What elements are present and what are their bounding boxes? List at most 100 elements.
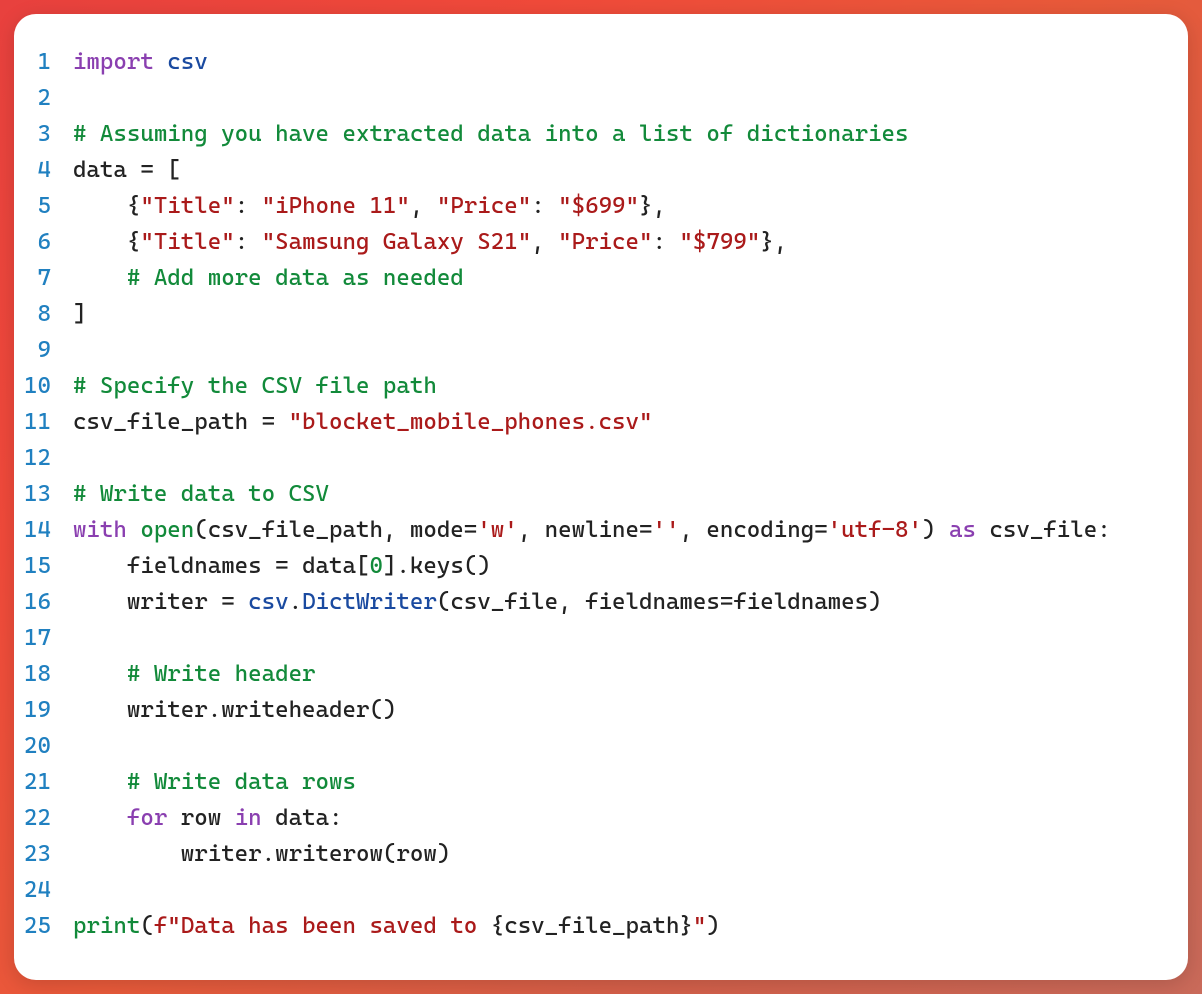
token-punct xyxy=(73,805,127,831)
token-num: 0 xyxy=(369,553,382,579)
code-line: fieldnames = data[0].keys() xyxy=(73,548,1168,584)
token-punct: = data[ xyxy=(275,553,369,579)
token-punct: , encoding= xyxy=(679,517,827,543)
code-line: # Write header xyxy=(73,656,1168,692)
token-punct: : xyxy=(235,229,262,255)
token-str: 'utf-8' xyxy=(828,517,922,543)
token-mod: csv xyxy=(167,49,207,75)
line-number: 12 xyxy=(24,440,51,476)
token-punct: : xyxy=(235,193,262,219)
token-punct: = xyxy=(221,589,248,615)
line-number: 13 xyxy=(24,476,51,512)
token-str: "iPhone 11" xyxy=(262,193,410,219)
code-line: writer.writeheader() xyxy=(73,692,1168,728)
code-line xyxy=(73,440,1168,476)
token-punct: writer xyxy=(73,589,221,615)
token-str: "blocket_mobile_phones.csv" xyxy=(289,409,653,435)
code-line xyxy=(73,80,1168,116)
token-str: " xyxy=(693,913,706,939)
token-ident: csv_file_path xyxy=(73,409,262,435)
token-punct: ( xyxy=(140,913,153,939)
line-number: 6 xyxy=(24,224,51,260)
token-punct xyxy=(127,517,140,543)
code-line xyxy=(73,872,1168,908)
token-comment: # Write data to CSV xyxy=(73,481,329,507)
code-line: with open(csv_file_path, mode='w', newli… xyxy=(73,512,1168,548)
line-number: 20 xyxy=(24,728,51,764)
token-punct: (csv_file, fieldnames=fieldnames) xyxy=(437,589,882,615)
line-number: 25 xyxy=(24,908,51,944)
line-number: 17 xyxy=(24,620,51,656)
line-number: 21 xyxy=(24,764,51,800)
line-number: 24 xyxy=(24,872,51,908)
code-line: import csv xyxy=(73,44,1168,80)
token-punct: = [ xyxy=(140,157,180,183)
line-number: 23 xyxy=(24,836,51,872)
code-line: ] xyxy=(73,296,1168,332)
token-punct: csv_file: xyxy=(976,517,1111,543)
token-punct: ) xyxy=(922,517,949,543)
token-punct: , xyxy=(410,193,437,219)
code-line: # Write data rows xyxy=(73,764,1168,800)
code-line xyxy=(73,620,1168,656)
token-ident: data xyxy=(73,157,140,183)
line-number: 7 xyxy=(24,260,51,296)
token-punct: fieldnames xyxy=(73,553,275,579)
token-punct: : xyxy=(531,193,558,219)
line-number: 10 xyxy=(24,368,51,404)
line-number: 14 xyxy=(24,512,51,548)
token-punct: . xyxy=(289,589,302,615)
code-line: for row in data: xyxy=(73,800,1168,836)
code-line: # Specify the CSV file path xyxy=(73,368,1168,404)
token-punct: ].keys() xyxy=(383,553,491,579)
code-editor: 1234567891011121314151617181920212223242… xyxy=(24,44,1168,944)
code-content[interactable]: import csv # Assuming you have extracted… xyxy=(73,44,1168,944)
code-line: print(f"Data has been saved to {csv_file… xyxy=(73,908,1168,944)
token-str: "Title" xyxy=(140,193,234,219)
code-line: data = [ xyxy=(73,152,1168,188)
code-line: # Add more data as needed xyxy=(73,260,1168,296)
token-str: "Title" xyxy=(140,229,234,255)
token-comment: # Write data rows xyxy=(127,769,356,795)
line-number: 2 xyxy=(24,80,51,116)
token-builtin: open xyxy=(140,517,194,543)
line-number: 8 xyxy=(24,296,51,332)
token-kw-ctrl: in xyxy=(235,805,262,831)
line-number: 16 xyxy=(24,584,51,620)
code-line: {"Title": "Samsung Galaxy S21", "Price":… xyxy=(73,224,1168,260)
token-str: f"Data has been saved to xyxy=(154,913,491,939)
line-number: 22 xyxy=(24,800,51,836)
token-punct: }, xyxy=(639,193,666,219)
token-punct: { xyxy=(73,193,140,219)
code-line xyxy=(73,332,1168,368)
code-line: # Write data to CSV xyxy=(73,476,1168,512)
token-comment: # Assuming you have extracted data into … xyxy=(73,121,909,147)
token-kw-ctrl: import xyxy=(73,49,154,75)
token-punct: : xyxy=(652,229,679,255)
token-str: "Price" xyxy=(437,193,531,219)
code-line: writer = csv.DictWriter(csv_file, fieldn… xyxy=(73,584,1168,620)
token-comment: # Write header xyxy=(127,661,316,687)
code-card: 1234567891011121314151617181920212223242… xyxy=(14,14,1188,980)
line-number: 19 xyxy=(24,692,51,728)
code-line: # Assuming you have extracted data into … xyxy=(73,116,1168,152)
code-line: csv_file_path = "blocket_mobile_phones.c… xyxy=(73,404,1168,440)
token-punct: data: xyxy=(262,805,343,831)
token-func: DictWriter xyxy=(302,589,437,615)
token-punct: { xyxy=(73,229,140,255)
token-kw-ctrl: for xyxy=(127,805,167,831)
token-str: "$799" xyxy=(679,229,760,255)
token-mod: csv xyxy=(248,589,288,615)
token-comment: # Specify the CSV file path xyxy=(73,373,437,399)
token-punct xyxy=(73,769,127,795)
token-punct xyxy=(73,661,127,687)
token-str: "Price" xyxy=(558,229,652,255)
line-number: 9 xyxy=(24,332,51,368)
code-line xyxy=(73,728,1168,764)
token-punct: (csv_file_path, mode= xyxy=(194,517,477,543)
code-line: {"Title": "iPhone 11", "Price": "$699"}, xyxy=(73,188,1168,224)
token-builtin: print xyxy=(73,913,140,939)
token-str: "Samsung Galaxy S21" xyxy=(262,229,532,255)
line-number: 3 xyxy=(24,116,51,152)
token-punct: }, xyxy=(760,229,787,255)
